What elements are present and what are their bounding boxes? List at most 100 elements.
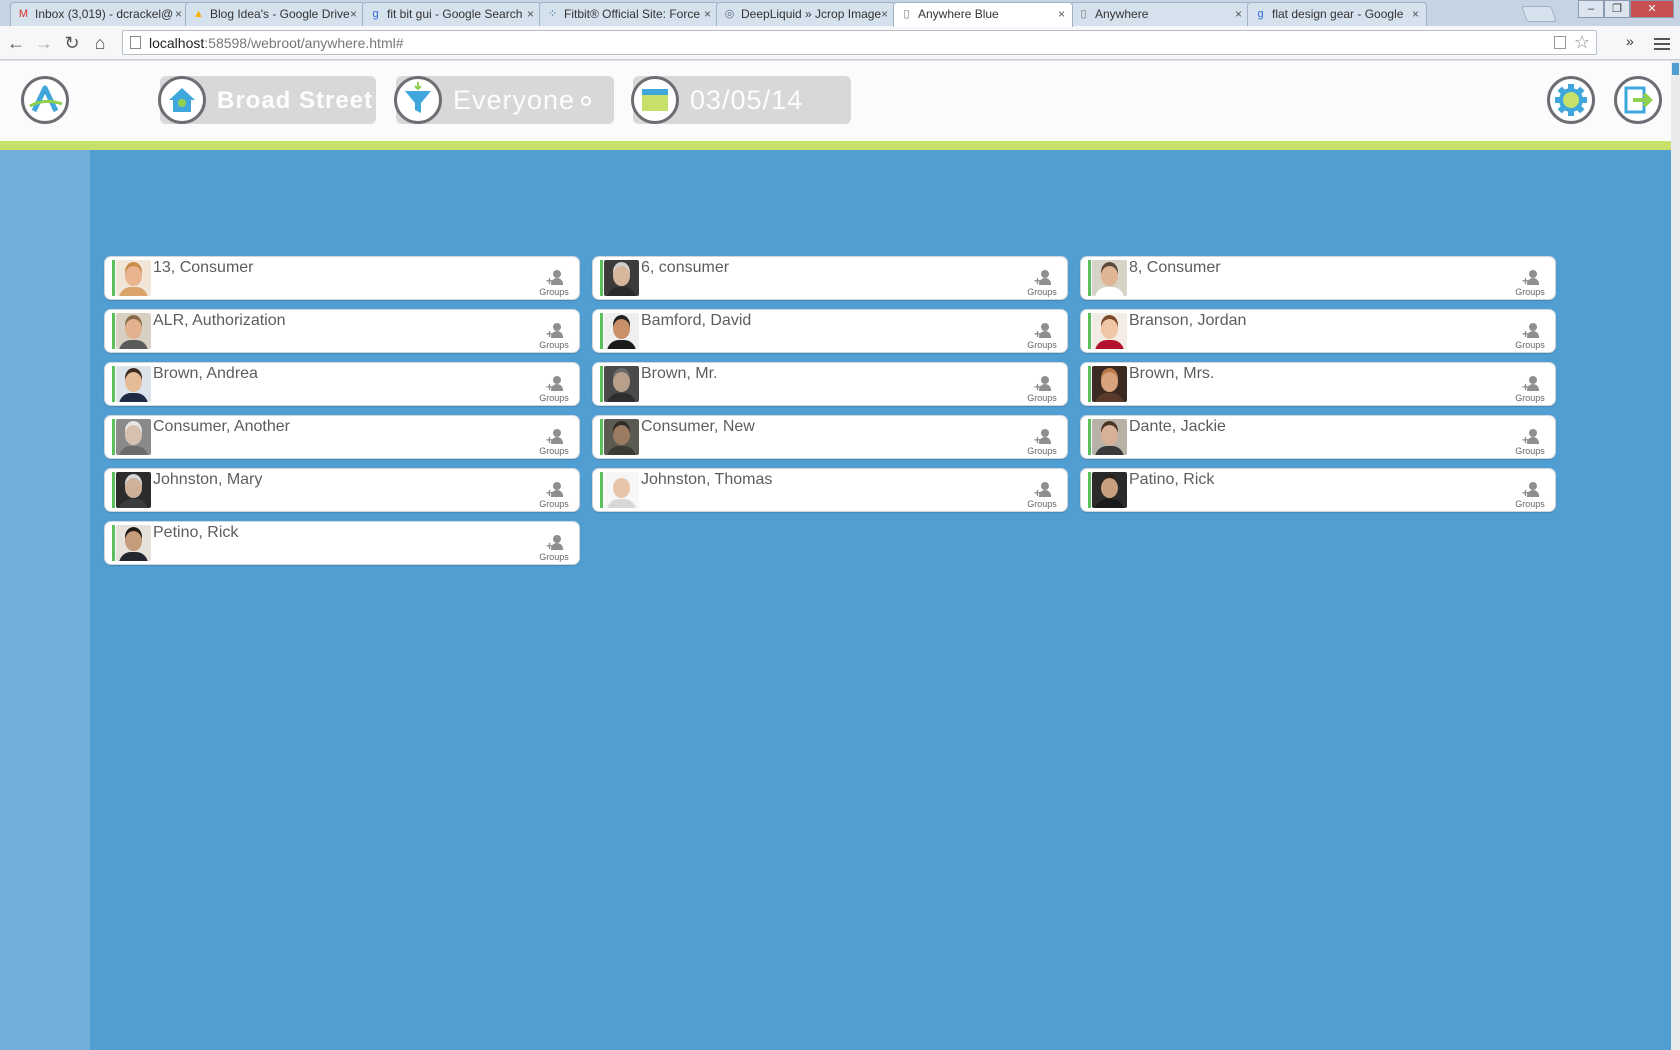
groups-button[interactable]: + Groups [1024,270,1060,298]
groups-button[interactable]: + Groups [536,323,572,351]
add-group-icon: + [546,323,564,340]
calendar-icon [631,76,679,124]
tab-title: Anywhere [1095,7,1149,21]
bookmark-star-icon[interactable]: ☆ [1574,32,1590,53]
groups-button[interactable]: + Groups [1512,270,1548,298]
consumer-card[interactable]: Johnston, Mary + Groups [104,468,580,512]
consumer-card[interactable]: Branson, Jordan + Groups [1080,309,1556,353]
groups-button[interactable]: + Groups [1512,429,1548,457]
anywhere-logo-icon [29,85,63,113]
tab-close-icon[interactable]: × [350,7,357,21]
browser-tab[interactable]: ⁘ Fitbit® Official Site: Force × [539,2,719,26]
groups-button[interactable]: + Groups [536,429,572,457]
minimize-button[interactable]: – [1578,0,1604,18]
consumer-card[interactable]: Johnston, Thomas + Groups [592,468,1068,512]
consumer-card[interactable]: Bamford, David + Groups [592,309,1068,353]
status-stripe [600,260,603,296]
browser-tab[interactable]: M Inbox (3,019) - dcrackel@ × [10,2,190,26]
date-selector[interactable]: 03/05/14 [631,76,851,124]
add-group-icon: + [1034,323,1052,340]
consumer-card[interactable]: 13, Consumer + Groups [104,256,580,300]
consumer-card[interactable]: ALR, Authorization + Groups [104,309,580,353]
consumer-name: Petino, Rick [153,524,239,541]
groups-button[interactable]: + Groups [536,270,572,298]
browser-tab[interactable]: ▲ Blog Idea's - Google Drive × [185,2,365,26]
tab-close-icon[interactable]: × [1235,7,1242,21]
groups-label: Groups [1027,446,1057,456]
avatar [1092,419,1127,455]
translate-icon[interactable] [1554,36,1566,49]
browser-tab[interactable]: g flat design gear - Google × [1247,2,1427,26]
browser-tab[interactable]: g fit bit gui - Google Search × [362,2,542,26]
groups-button[interactable]: + Groups [536,535,572,563]
consumer-card[interactable]: Brown, Andrea + Groups [104,362,580,406]
extensions-chevron-icon[interactable]: » [1626,33,1634,49]
forward-button[interactable]: → [32,31,56,55]
consumer-name: Brown, Andrea [153,365,258,382]
groups-button[interactable]: + Groups [1024,429,1060,457]
groups-button[interactable]: + Groups [536,376,572,404]
consumer-name: Consumer, Another [153,418,290,435]
browser-tab[interactable]: ▯ Anywhere × [1070,2,1250,26]
location-selector[interactable]: Broad Street [158,76,376,124]
groups-button[interactable]: + Groups [1024,376,1060,404]
consumer-name: Bamford, David [641,312,752,329]
consumer-name: Johnston, Mary [153,471,263,488]
groups-button[interactable]: + Groups [1512,376,1548,404]
groups-button[interactable]: + Groups [1512,323,1548,351]
add-group-icon: + [546,429,564,446]
filter-selector[interactable]: Everyone [394,76,614,124]
page-scrollbar[interactable] [1671,61,1680,1050]
avatar [116,419,151,455]
groups-button[interactable]: + Groups [1024,482,1060,510]
groups-label: Groups [539,552,569,562]
logout-icon[interactable] [1614,76,1662,124]
status-stripe [1088,260,1091,296]
consumer-card[interactable]: Dante, Jackie + Groups [1080,415,1556,459]
tab-close-icon[interactable]: × [175,7,182,21]
consumer-card[interactable]: Brown, Mrs. + Groups [1080,362,1556,406]
home-button[interactable]: ⌂ [88,31,112,55]
tab-close-icon[interactable]: × [527,7,534,21]
maximize-button[interactable]: ❐ [1604,0,1630,18]
avatar [116,472,151,508]
groups-label: Groups [539,287,569,297]
new-tab-button[interactable] [1521,6,1557,22]
filter-icon [394,76,442,124]
groups-button[interactable]: + Groups [536,482,572,510]
tab-close-icon[interactable]: × [704,7,711,21]
address-bar[interactable]: localhost:58598/webroot/anywhere.html# ☆ [122,30,1597,55]
tab-favicon-icon: ▲ [193,8,204,20]
consumer-card[interactable]: Patino, Rick + Groups [1080,468,1556,512]
tab-close-icon[interactable]: × [1412,7,1419,21]
tab-favicon-icon: ◎ [724,8,735,20]
consumer-card[interactable]: Consumer, Another + Groups [104,415,580,459]
browser-tab[interactable]: ◎ DeepLiquid » Jcrop Image × [716,2,896,26]
consumer-card[interactable]: 8, Consumer + Groups [1080,256,1556,300]
consumer-card[interactable]: Petino, Rick + Groups [104,521,580,565]
window-controls: – ❐ ✕ [1578,0,1674,18]
consumer-name: Johnston, Thomas [641,471,773,488]
groups-label: Groups [539,499,569,509]
groups-button[interactable]: + Groups [1512,482,1548,510]
status-stripe [1088,472,1091,508]
browser-tab[interactable]: ▯ Anywhere Blue × [893,2,1073,27]
tab-close-icon[interactable]: × [881,7,888,21]
app-logo[interactable] [21,76,69,124]
app-root: Broad Street Everyone 03/05/14 13, Consu… [0,61,1671,1050]
reload-button[interactable]: ↻ [60,31,84,55]
groups-label: Groups [539,393,569,403]
consumer-card[interactable]: Consumer, New + Groups [592,415,1068,459]
tab-favicon-icon: ▯ [1080,8,1087,20]
status-stripe [112,260,115,296]
browser-menu-icon[interactable] [1654,35,1670,53]
consumer-card[interactable]: 6, consumer + Groups [592,256,1068,300]
avatar [116,525,151,561]
tab-close-icon[interactable]: × [1058,7,1065,21]
back-button[interactable]: ← [4,31,28,55]
window-close-button[interactable]: ✕ [1630,0,1674,18]
settings-gear-icon[interactable] [1547,76,1595,124]
groups-button[interactable]: + Groups [1024,323,1060,351]
filter-label: Everyone [453,85,592,116]
consumer-card[interactable]: Brown, Mr. + Groups [592,362,1068,406]
